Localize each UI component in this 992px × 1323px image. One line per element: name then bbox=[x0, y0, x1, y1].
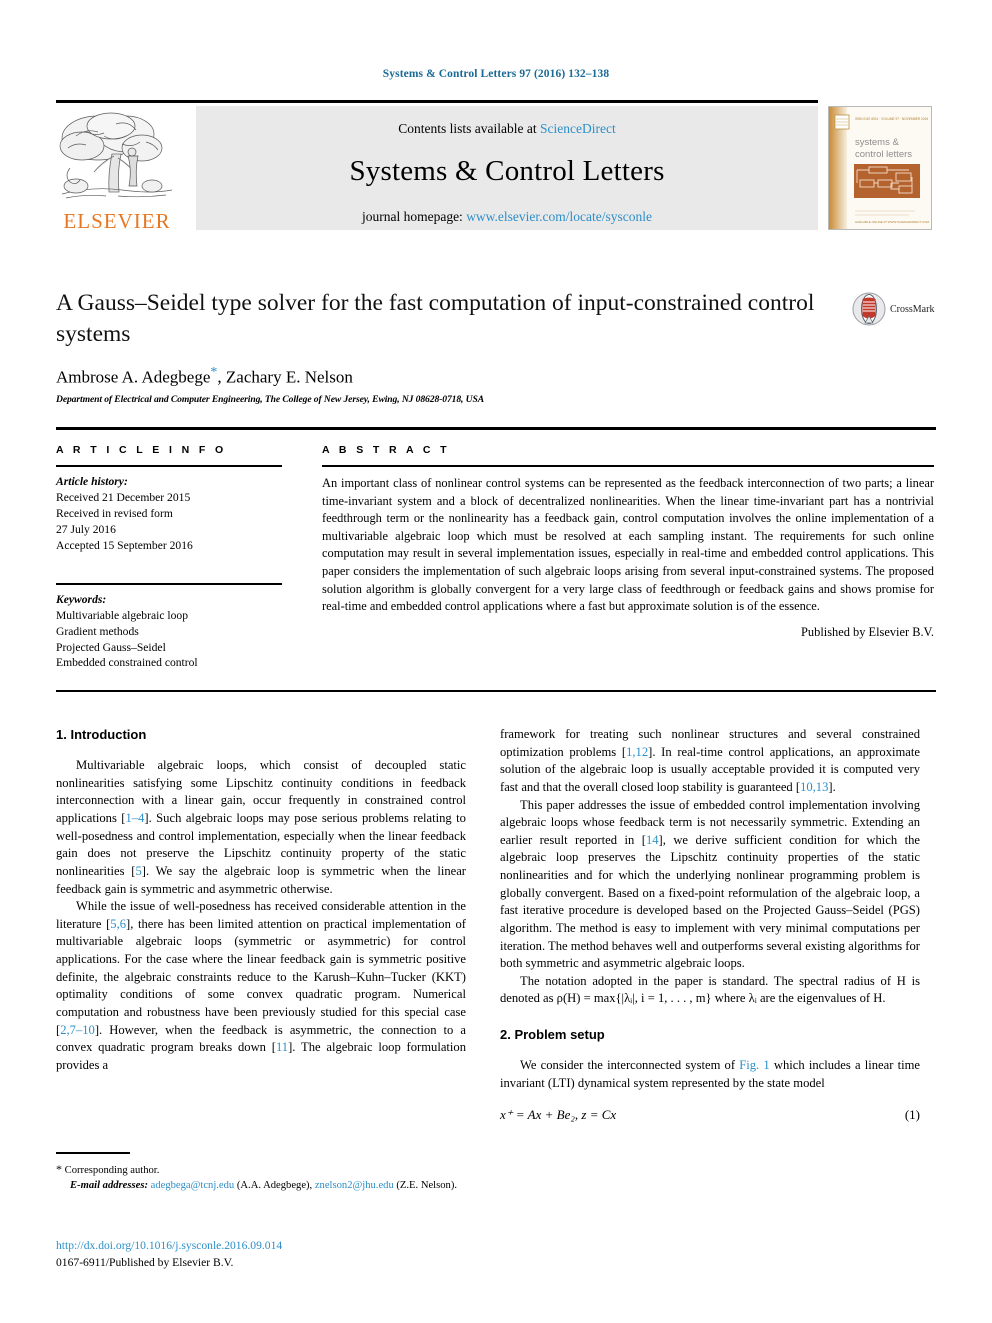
homepage-prefix: journal homepage: bbox=[361, 209, 467, 224]
journal-homepage-link[interactable]: www.elsevier.com/locate/sysconle bbox=[466, 209, 652, 224]
masthead-top-rule bbox=[56, 100, 818, 103]
sciencedirect-link[interactable]: ScienceDirect bbox=[540, 121, 616, 136]
email-attr-1: (A.A. Adegbege), bbox=[234, 1179, 315, 1191]
svg-text:control letters: control letters bbox=[855, 149, 912, 160]
right-paragraph-3: The notation adopted in the paper is sta… bbox=[500, 973, 920, 1006]
doi-link[interactable]: http://dx.doi.org/10.1016/j.sysconle.201… bbox=[56, 1238, 476, 1255]
intro-paragraph-2: While the issue of well-posedness has re… bbox=[56, 898, 466, 1074]
abstract-bottom-rule bbox=[56, 690, 936, 692]
abstract-column: A B S T R A C T An important class of no… bbox=[322, 444, 934, 640]
article-history-label: Article history: bbox=[56, 475, 128, 488]
body-column-left: 1. Introduction Multivariable algebraic … bbox=[56, 726, 466, 1074]
abstract-heading: A B S T R A C T bbox=[322, 444, 450, 456]
doi-block: http://dx.doi.org/10.1016/j.sysconle.201… bbox=[56, 1238, 476, 1272]
email-attr-2: (Z.E. Nelson). bbox=[393, 1179, 458, 1191]
keyword-item: Projected Gauss–Seidel bbox=[56, 640, 166, 654]
crossmark-label: CrossMark bbox=[890, 304, 935, 315]
equation-1-number: (1) bbox=[904, 1107, 920, 1123]
equation-1: x⁺ = Ax + Be₂, z = Cx (1) bbox=[500, 1106, 920, 1124]
text-run: ]. bbox=[828, 779, 836, 794]
journal-cover-thumbnail: ISSN 0167-6911 · VOLUME 97 · NOVEMBER 20… bbox=[828, 106, 932, 230]
journal-band: Contents lists available at ScienceDirec… bbox=[196, 106, 818, 230]
corresponding-author-text: Corresponding author. bbox=[62, 1164, 160, 1176]
page-title: A Gauss–Seidel type solver for the fast … bbox=[56, 290, 815, 347]
article-info-column: A R T I C L E I N F O Article history: R… bbox=[56, 444, 282, 671]
history-line: Received 21 December 2015 bbox=[56, 490, 191, 504]
elsevier-logo: ELSEVIER bbox=[56, 106, 176, 232]
citation-link[interactable]: 11 bbox=[276, 1040, 288, 1054]
keyword-item: Embedded constrained control bbox=[56, 656, 198, 670]
citation-link[interactable]: 5,6 bbox=[110, 917, 126, 931]
homepage-line: journal homepage: www.elsevier.com/locat… bbox=[196, 209, 818, 225]
keywords-rule bbox=[56, 583, 282, 585]
running-head: Systems & Control Letters 97 (2016) 132–… bbox=[382, 68, 610, 80]
email-label: E-mail addresses: bbox=[70, 1179, 148, 1191]
info-top-rule bbox=[56, 427, 936, 430]
intro-paragraph-1: Multivariable algebraic loops, which con… bbox=[56, 757, 466, 898]
email-link-nelson[interactable]: znelson2@jhu.edu bbox=[315, 1180, 394, 1191]
abstract-text: An important class of nonlinear control … bbox=[322, 476, 934, 614]
corresponding-author-note: * Corresponding author. bbox=[56, 1161, 466, 1178]
cover-art: ISSN 0167-6911 · VOLUME 97 · NOVEMBER 20… bbox=[829, 107, 931, 229]
keyword-item: Multivariable algebraic loop bbox=[56, 608, 188, 622]
citation-link[interactable]: 10,13 bbox=[800, 780, 828, 794]
email-addresses-line: E-mail addresses: adegbega@tcnj.edu (A.A… bbox=[56, 1178, 466, 1193]
article-info-heading: A R T I C L E I N F O bbox=[56, 444, 227, 456]
journal-masthead: ELSEVIER Contents lists available at Sci… bbox=[56, 100, 936, 234]
abstract-publisher: Published by Elsevier B.V. bbox=[801, 624, 934, 639]
footnote-block: * Corresponding author. E-mail addresses… bbox=[56, 1152, 466, 1193]
keywords-block: Keywords: Multivariable algebraic loop G… bbox=[56, 583, 282, 671]
footnote-rule bbox=[56, 1152, 130, 1154]
figure-link[interactable]: Fig. 1 bbox=[739, 1058, 769, 1072]
svg-text:ISSN 0167-6911 · VOLUME 97 · N: ISSN 0167-6911 · VOLUME 97 · NOVEMBER 20… bbox=[855, 117, 928, 121]
issn-line: 0167-6911/Published by Elsevier B.V. bbox=[56, 1255, 234, 1269]
history-line: Received in revised form bbox=[56, 506, 173, 520]
keywords-label: Keywords: bbox=[56, 592, 107, 606]
crossmark-icon bbox=[852, 292, 886, 326]
section-heading-introduction: 1. Introduction bbox=[56, 727, 147, 742]
citation-link[interactable]: 1–4 bbox=[126, 811, 145, 825]
contents-line: Contents lists available at ScienceDirec… bbox=[196, 121, 818, 137]
keyword-item: Gradient methods bbox=[56, 624, 139, 638]
affiliation: Department of Electrical and Computer En… bbox=[56, 393, 484, 405]
citation-link[interactable]: 2,7–10 bbox=[60, 1023, 95, 1037]
elsevier-tree-icon bbox=[59, 112, 173, 199]
section-heading-problem-setup: 2. Problem setup bbox=[500, 1027, 605, 1042]
citation-link[interactable]: 14 bbox=[646, 833, 659, 847]
author-primary: Ambrose A. Adegbege bbox=[56, 367, 211, 387]
email-link-adegbege[interactable]: adegbega@tcnj.edu bbox=[151, 1180, 235, 1191]
problem-paragraph-1: We consider the interconnected system of… bbox=[500, 1057, 920, 1092]
text-run: ], we derive sufficient condition for wh… bbox=[500, 832, 920, 971]
text-run: We consider the interconnected system of bbox=[520, 1058, 740, 1073]
right-paragraph-2: This paper addresses the issue of embedd… bbox=[500, 797, 920, 973]
crossmark-badge[interactable]: CrossMark bbox=[852, 292, 938, 332]
abstract-rule bbox=[322, 465, 934, 467]
title-block: A Gauss–Seidel type solver for the fast … bbox=[56, 288, 846, 405]
paper-page: Systems & Control Letters 97 (2016) 132–… bbox=[0, 0, 992, 1323]
right-paragraph-1: framework for treating such nonlinear st… bbox=[500, 726, 920, 797]
equation-1-body: x⁺ = Ax + Be₂, z = Cx bbox=[500, 1107, 617, 1123]
author-list: Ambrose A. Adegbege*, Zachary E. Nelson bbox=[56, 365, 846, 388]
article-history: Article history: Received 21 December 20… bbox=[56, 474, 282, 553]
author-secondary: , Zachary E. Nelson bbox=[217, 367, 353, 387]
body-column-right: framework for treating such nonlinear st… bbox=[500, 726, 920, 1125]
keywords-body: Keywords: Multivariable algebraic loop G… bbox=[56, 592, 282, 671]
svg-text:AVAILABLE ONLINE AT WWW.SCIENC: AVAILABLE ONLINE AT WWW.SCIENCEDIRECT.CO… bbox=[855, 220, 929, 224]
contents-prefix: Contents lists available at bbox=[398, 121, 540, 136]
article-info-rule bbox=[56, 465, 282, 467]
elsevier-wordmark: ELSEVIER bbox=[63, 209, 171, 233]
history-line: Accepted 15 September 2016 bbox=[56, 538, 193, 552]
svg-text:systems &: systems & bbox=[855, 137, 899, 148]
history-line: 27 July 2016 bbox=[56, 522, 116, 536]
citation-link[interactable]: 1,12 bbox=[626, 745, 648, 759]
text-run: ], there has been limited attention on p… bbox=[56, 916, 466, 1037]
journal-title: Systems & Control Letters bbox=[349, 155, 665, 187]
